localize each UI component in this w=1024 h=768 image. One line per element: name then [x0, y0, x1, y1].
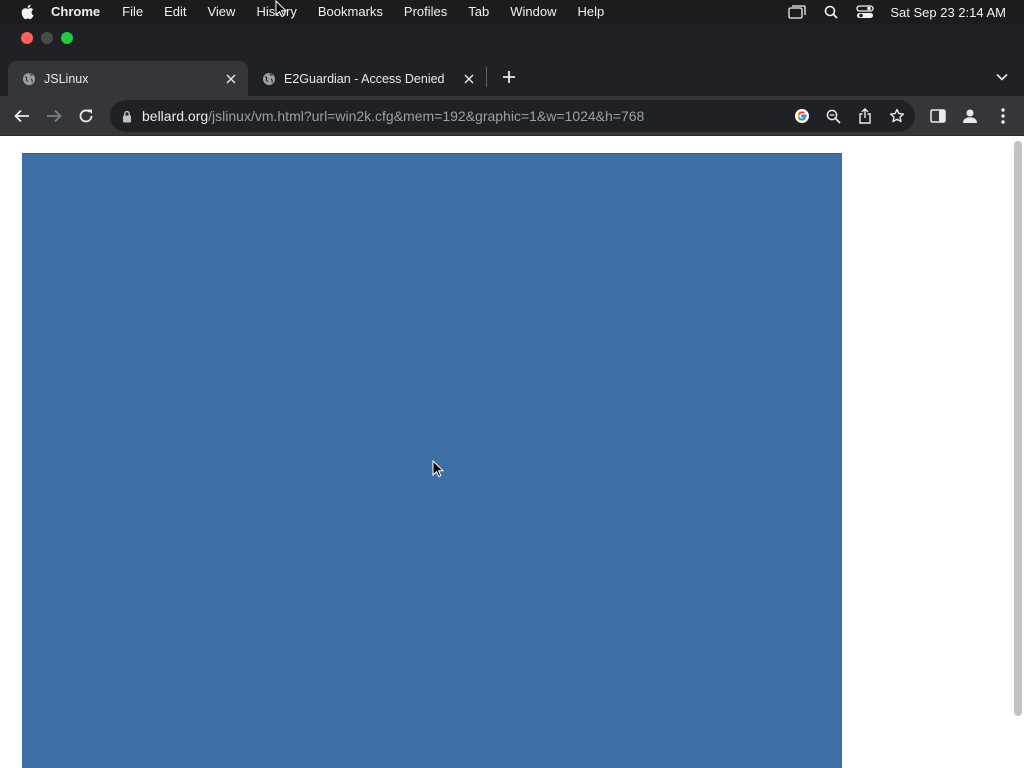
lock-icon[interactable]	[120, 109, 134, 123]
mouse-pointer-icon	[275, 0, 287, 18]
address-bar[interactable]: bellard.org/jslinux/vm.html?url=win2k.cf…	[110, 100, 915, 132]
apple-logo-icon[interactable]	[19, 4, 35, 20]
menu-bookmarks[interactable]: Bookmarks	[318, 0, 383, 24]
page-viewport	[0, 137, 1024, 768]
tab-title: JSLinux	[44, 71, 89, 86]
menu-edit[interactable]: Edit	[164, 0, 186, 24]
share-icon[interactable]	[855, 106, 875, 126]
bookmark-star-icon[interactable]	[887, 106, 907, 126]
mouse-pointer-icon	[432, 460, 444, 478]
tab-e2guardian[interactable]: E2Guardian - Access Denied	[248, 61, 486, 96]
menu-window[interactable]: Window	[510, 0, 556, 24]
menu-file[interactable]: File	[122, 0, 143, 24]
globe-icon	[262, 72, 276, 86]
tab-separator	[486, 67, 487, 87]
tab-title: E2Guardian - Access Denied	[284, 71, 445, 86]
menu-bar-tray: Sat Sep 23 2:14 AM	[788, 0, 1006, 24]
new-tab-plus-icon[interactable]	[499, 67, 519, 87]
window-minimize-button[interactable]	[41, 32, 53, 44]
back-arrow-icon[interactable]	[10, 104, 34, 128]
menu-app-name[interactable]: Chrome	[51, 0, 100, 24]
tab-jslinux[interactable]: JSLinux	[8, 61, 248, 96]
control-center-icon[interactable]	[856, 4, 875, 20]
close-tab-icon[interactable]	[460, 70, 478, 88]
google-lens-icon[interactable]	[792, 106, 812, 126]
page-scrollbar[interactable]	[1014, 141, 1022, 716]
url-path: /jslinux/vm.html?url=win2k.cfg&mem=192&g…	[208, 108, 645, 124]
screen-mirroring-icon[interactable]	[788, 4, 807, 20]
side-panel-icon[interactable]	[926, 104, 950, 128]
window-title-bar	[0, 24, 1024, 54]
menu-bar-clock[interactable]: Sat Sep 23 2:14 AM	[890, 5, 1006, 20]
menu-tab[interactable]: Tab	[468, 0, 489, 24]
menu-profiles[interactable]: Profiles	[404, 0, 447, 24]
window-maximize-button[interactable]	[61, 32, 73, 44]
close-tab-icon[interactable]	[222, 70, 240, 88]
tab-search-chevron-icon[interactable]	[992, 67, 1012, 87]
reload-icon[interactable]	[74, 104, 98, 128]
url-host: bellard.org	[142, 108, 209, 124]
url-text[interactable]: bellard.org/jslinux/vm.html?url=win2k.cf…	[142, 108, 644, 124]
macos-menu-bar: Chrome File Edit View History Bookmarks …	[0, 0, 1024, 24]
menu-help[interactable]: Help	[578, 0, 605, 24]
profile-avatar-icon[interactable]	[958, 104, 982, 128]
menu-view[interactable]: View	[207, 0, 235, 24]
globe-icon	[22, 72, 36, 86]
browser-toolbar: bellard.org/jslinux/vm.html?url=win2k.cf…	[0, 96, 1024, 136]
spotlight-search-icon[interactable]	[822, 4, 840, 20]
forward-arrow-icon[interactable]	[42, 104, 66, 128]
zoom-icon[interactable]	[823, 106, 843, 126]
more-options-kebab-icon[interactable]	[991, 104, 1015, 128]
window-close-button[interactable]	[21, 32, 33, 44]
